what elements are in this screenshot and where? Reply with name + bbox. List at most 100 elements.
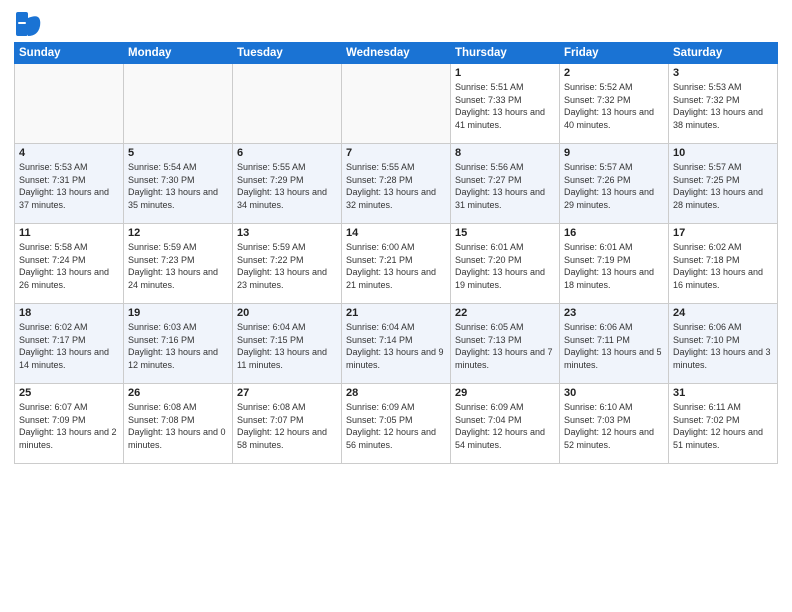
day-cell: 23 Sunrise: 6:06 AM Sunset: 7:11 PM Dayli…: [560, 304, 669, 384]
day-info: Sunrise: 5:57 AM Sunset: 7:25 PM Dayligh…: [673, 161, 773, 211]
weekday-monday: Monday: [124, 43, 233, 64]
weekday-tuesday: Tuesday: [233, 43, 342, 64]
day-number: 22: [455, 307, 555, 319]
day-number: 31: [673, 387, 773, 399]
day-cell: 4Sunrise: 5:53 AM Sunset: 7:31 PM Daylig…: [15, 144, 124, 224]
day-info: Sunrise: 5:52 AM Sunset: 7:32 PM Dayligh…: [564, 81, 664, 131]
day-info: Sunrise: 6:11 AM Sunset: 7:02 PM Dayligh…: [673, 401, 773, 451]
day-cell: 6Sunrise: 5:55 AM Sunset: 7:29 PM Daylig…: [233, 144, 342, 224]
day-number: 10: [673, 147, 773, 159]
day-number: 18: [19, 307, 119, 319]
day-cell: 20Sunrise: 6:04 AM Sunset: 7:15 PM Dayli…: [233, 304, 342, 384]
day-number: 19: [128, 307, 228, 319]
day-number: 20: [237, 307, 337, 319]
day-cell: [342, 64, 451, 144]
day-cell: 10 Sunrise: 5:57 AM Sunset: 7:25 PM Dayli…: [669, 144, 778, 224]
day-info: Sunrise: 5:57 AM Sunset: 7:26 PM Dayligh…: [564, 161, 664, 211]
day-info: Sunrise: 6:06 AM Sunset: 7:11 PM Dayligh…: [564, 321, 664, 371]
day-cell: 3Sunrise: 5:53 AM Sunset: 7:32 PM Daylig…: [669, 64, 778, 144]
day-cell: 31 Sunrise: 6:11 AM Sunset: 7:02 PM Dayli…: [669, 384, 778, 464]
day-number: 5: [128, 147, 228, 159]
week-row-5: 25 Sunrise: 6:07 AM Sunset: 7:09 PM Dayli…: [15, 384, 778, 464]
weekday-saturday: Saturday: [669, 43, 778, 64]
day-number: 15: [455, 227, 555, 239]
day-info: Sunrise: 5:59 AM Sunset: 7:22 PM Dayligh…: [237, 241, 337, 291]
day-number: 9: [564, 147, 664, 159]
day-cell: 15 Sunrise: 6:01 AM Sunset: 7:20 PM Dayli…: [451, 224, 560, 304]
weekday-header-row: SundayMondayTuesdayWednesdayThursdayFrid…: [15, 43, 778, 64]
day-cell: 21 Sunrise: 6:04 AM Sunset: 7:14 PM Dayli…: [342, 304, 451, 384]
day-cell: 27 Sunrise: 6:08 AM Sunset: 7:07 PM Dayli…: [233, 384, 342, 464]
week-row-4: 18 Sunrise: 6:02 AM Sunset: 7:17 PM Dayli…: [15, 304, 778, 384]
weekday-sunday: Sunday: [15, 43, 124, 64]
day-info: Sunrise: 6:09 AM Sunset: 7:04 PM Dayligh…: [455, 401, 555, 451]
week-row-1: 1Sunrise: 5:51 AM Sunset: 7:33 PM Daylig…: [15, 64, 778, 144]
day-info: Sunrise: 6:02 AM Sunset: 7:18 PM Dayligh…: [673, 241, 773, 291]
day-info: Sunrise: 6:01 AM Sunset: 7:20 PM Dayligh…: [455, 241, 555, 291]
day-info: Sunrise: 6:02 AM Sunset: 7:17 PM Dayligh…: [19, 321, 119, 371]
day-info: Sunrise: 6:06 AM Sunset: 7:10 PM Dayligh…: [673, 321, 773, 371]
day-number: 6: [237, 147, 337, 159]
day-number: 23: [564, 307, 664, 319]
day-info: Sunrise: 5:58 AM Sunset: 7:24 PM Dayligh…: [19, 241, 119, 291]
weekday-wednesday: Wednesday: [342, 43, 451, 64]
day-cell: 2Sunrise: 5:52 AM Sunset: 7:32 PM Daylig…: [560, 64, 669, 144]
day-number: 30: [564, 387, 664, 399]
day-number: 11: [19, 227, 119, 239]
day-cell: 14 Sunrise: 6:00 AM Sunset: 7:21 PM Dayli…: [342, 224, 451, 304]
day-number: 13: [237, 227, 337, 239]
day-info: Sunrise: 5:54 AM Sunset: 7:30 PM Dayligh…: [128, 161, 228, 211]
weekday-thursday: Thursday: [451, 43, 560, 64]
day-cell: [233, 64, 342, 144]
day-number: 14: [346, 227, 446, 239]
day-cell: 30 Sunrise: 6:10 AM Sunset: 7:03 PM Dayli…: [560, 384, 669, 464]
day-info: Sunrise: 6:01 AM Sunset: 7:19 PM Dayligh…: [564, 241, 664, 291]
day-info: Sunrise: 6:10 AM Sunset: 7:03 PM Dayligh…: [564, 401, 664, 451]
logo-icon: [14, 10, 42, 38]
day-number: 7: [346, 147, 446, 159]
day-cell: 7 Sunrise: 5:55 AM Sunset: 7:28 PM Daylig…: [342, 144, 451, 224]
day-info: Sunrise: 6:00 AM Sunset: 7:21 PM Dayligh…: [346, 241, 446, 291]
day-info: Sunrise: 5:51 AM Sunset: 7:33 PM Dayligh…: [455, 81, 555, 131]
day-cell: 12Sunrise: 5:59 AM Sunset: 7:23 PM Dayli…: [124, 224, 233, 304]
calendar: SundayMondayTuesdayWednesdayThursdayFrid…: [14, 42, 778, 464]
day-cell: 11 Sunrise: 5:58 AM Sunset: 7:24 PM Dayli…: [15, 224, 124, 304]
day-info: Sunrise: 6:08 AM Sunset: 7:07 PM Dayligh…: [237, 401, 337, 451]
day-info: Sunrise: 5:55 AM Sunset: 7:28 PM Dayligh…: [346, 161, 446, 211]
day-cell: 8 Sunrise: 5:56 AM Sunset: 7:27 PM Daylig…: [451, 144, 560, 224]
day-info: Sunrise: 5:59 AM Sunset: 7:23 PM Dayligh…: [128, 241, 228, 291]
day-info: Sunrise: 5:53 AM Sunset: 7:32 PM Dayligh…: [673, 81, 773, 131]
day-number: 8: [455, 147, 555, 159]
day-cell: 18 Sunrise: 6:02 AM Sunset: 7:17 PM Dayli…: [15, 304, 124, 384]
day-number: 21: [346, 307, 446, 319]
weekday-friday: Friday: [560, 43, 669, 64]
day-info: Sunrise: 6:05 AM Sunset: 7:13 PM Dayligh…: [455, 321, 555, 371]
day-number: 27: [237, 387, 337, 399]
day-info: Sunrise: 5:53 AM Sunset: 7:31 PM Dayligh…: [19, 161, 119, 211]
day-info: Sunrise: 6:04 AM Sunset: 7:14 PM Dayligh…: [346, 321, 446, 371]
day-cell: 1Sunrise: 5:51 AM Sunset: 7:33 PM Daylig…: [451, 64, 560, 144]
day-number: 17: [673, 227, 773, 239]
week-row-3: 11 Sunrise: 5:58 AM Sunset: 7:24 PM Dayli…: [15, 224, 778, 304]
day-cell: [124, 64, 233, 144]
day-cell: 19Sunrise: 6:03 AM Sunset: 7:16 PM Dayli…: [124, 304, 233, 384]
week-row-2: 4Sunrise: 5:53 AM Sunset: 7:31 PM Daylig…: [15, 144, 778, 224]
day-number: 24: [673, 307, 773, 319]
day-info: Sunrise: 5:56 AM Sunset: 7:27 PM Dayligh…: [455, 161, 555, 211]
day-number: 25: [19, 387, 119, 399]
header: [14, 10, 778, 38]
day-number: 26: [128, 387, 228, 399]
logo: [14, 10, 46, 38]
day-cell: 28 Sunrise: 6:09 AM Sunset: 7:05 PM Dayli…: [342, 384, 451, 464]
day-cell: 9 Sunrise: 5:57 AM Sunset: 7:26 PM Daylig…: [560, 144, 669, 224]
day-number: 28: [346, 387, 446, 399]
day-info: Sunrise: 6:08 AM Sunset: 7:08 PM Dayligh…: [128, 401, 228, 451]
day-cell: [15, 64, 124, 144]
day-cell: 22 Sunrise: 6:05 AM Sunset: 7:13 PM Dayli…: [451, 304, 560, 384]
day-cell: 24 Sunrise: 6:06 AM Sunset: 7:10 PM Dayli…: [669, 304, 778, 384]
day-info: Sunrise: 6:07 AM Sunset: 7:09 PM Dayligh…: [19, 401, 119, 451]
day-info: Sunrise: 6:09 AM Sunset: 7:05 PM Dayligh…: [346, 401, 446, 451]
day-cell: 16Sunrise: 6:01 AM Sunset: 7:19 PM Dayli…: [560, 224, 669, 304]
day-cell: 26 Sunrise: 6:08 AM Sunset: 7:08 PM Dayli…: [124, 384, 233, 464]
day-number: 29: [455, 387, 555, 399]
